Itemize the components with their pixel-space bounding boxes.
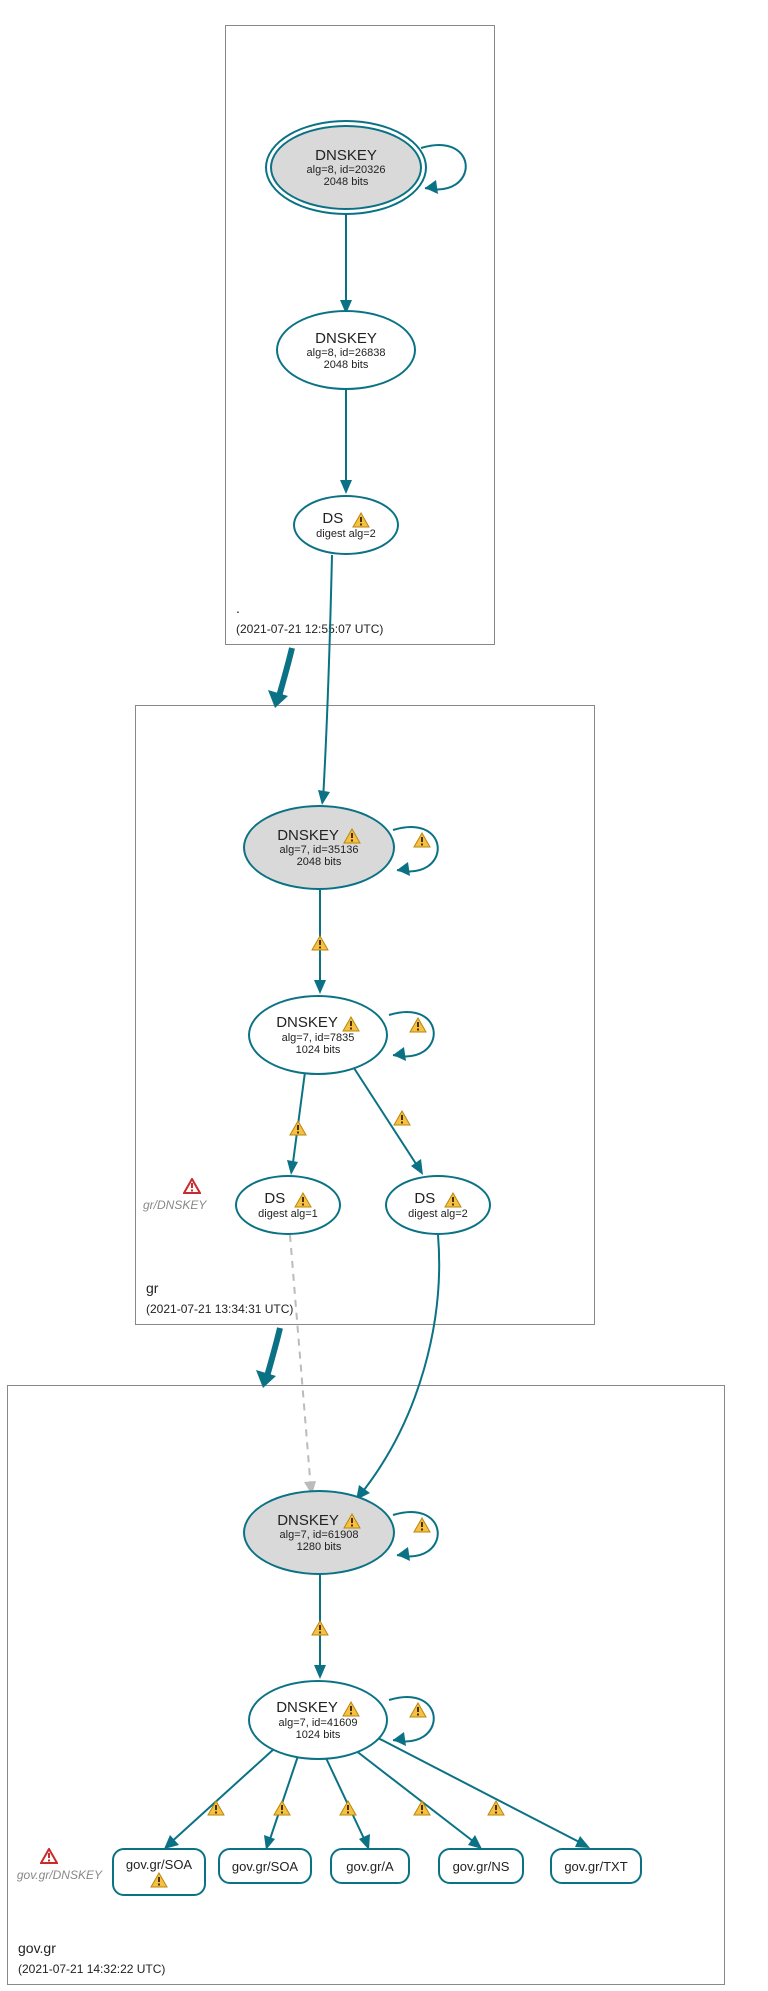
node-root-ksk[interactable]: DNSKEY alg=8, id=20326 2048 bits xyxy=(270,125,422,210)
node-gr-ds2[interactable]: DS digest alg=2 xyxy=(385,1175,491,1235)
zone-root-ts: (2021-07-21 12:55:07 UTC) xyxy=(236,622,383,636)
warning-icon xyxy=(342,1016,360,1032)
node-gr-ksk[interactable]: DNSKEY alg=7, id=35136 2048 bits xyxy=(243,805,395,890)
warning-icon xyxy=(273,1800,291,1816)
warning-icon xyxy=(339,1800,357,1816)
node-rr-soa-2[interactable]: gov.gr/SOA xyxy=(218,1848,312,1884)
node-gov-zsk[interactable]: DNSKEY alg=7, id=41609 1024 bits xyxy=(248,1680,388,1760)
node-sub2: 2048 bits xyxy=(324,359,369,371)
node-title: DNSKEY xyxy=(315,330,377,347)
node-gr-ds1[interactable]: DS digest alg=1 xyxy=(235,1175,341,1235)
zone-root-name: . xyxy=(236,600,240,616)
node-title: gov.gr/TXT xyxy=(564,1859,627,1874)
node-rr-txt[interactable]: gov.gr/TXT xyxy=(550,1848,642,1884)
node-sub2: 1280 bits xyxy=(297,1541,342,1553)
zone-gov-name: gov.gr xyxy=(18,1940,56,1956)
warning-icon xyxy=(289,1120,307,1136)
warning-icon xyxy=(413,1800,431,1816)
node-title: DNSKEY xyxy=(315,147,377,164)
node-sub1: alg=7, id=61908 xyxy=(280,1529,359,1541)
node-title-text: DNSKEY xyxy=(277,1512,338,1529)
node-sub2: 1024 bits xyxy=(296,1729,341,1741)
node-title-text: DNSKEY xyxy=(276,1014,337,1031)
node-title: DS xyxy=(414,1190,461,1207)
node-sub1: digest alg=1 xyxy=(258,1208,318,1220)
node-title: gov.gr/A xyxy=(346,1859,393,1874)
warning-icon xyxy=(207,1800,225,1816)
node-root-zsk[interactable]: DNSKEY alg=8, id=26838 2048 bits xyxy=(276,310,416,390)
warning-icon xyxy=(393,1110,411,1126)
warning-icon xyxy=(413,1517,431,1533)
node-sub1: alg=8, id=26838 xyxy=(307,347,386,359)
node-gov-ksk[interactable]: DNSKEY alg=7, id=61908 1280 bits xyxy=(243,1490,395,1575)
warning-icon xyxy=(311,1620,329,1636)
zone-gov: gov.gr (2021-07-21 14:32:22 UTC) xyxy=(7,1385,725,1985)
zone-gr-ts: (2021-07-21 13:34:31 UTC) xyxy=(146,1302,293,1316)
dnssec-graph: . (2021-07-21 12:55:07 UTC) gr (2021-07-… xyxy=(0,0,768,1991)
node-title: DNSKEY xyxy=(277,1512,361,1529)
node-title: gov.gr/SOA xyxy=(232,1859,298,1874)
error-icon xyxy=(40,1848,58,1864)
node-title: DS xyxy=(264,1190,311,1207)
warning-icon xyxy=(487,1800,505,1816)
node-title-text: DS xyxy=(322,510,343,527)
warning-icon xyxy=(150,1872,168,1888)
warning-icon xyxy=(311,935,329,951)
node-rr-ns[interactable]: gov.gr/NS xyxy=(438,1848,524,1884)
node-title: DS xyxy=(322,510,369,527)
warning-icon xyxy=(342,1701,360,1717)
node-sub2: 2048 bits xyxy=(297,856,342,868)
warning-icon xyxy=(444,1192,462,1208)
node-sub1: alg=7, id=35136 xyxy=(280,844,359,856)
node-title-text: DS xyxy=(414,1190,435,1207)
warning-icon xyxy=(413,832,431,848)
side-label-gr: gr/DNSKEY xyxy=(143,1198,203,1212)
node-sub1: digest alg=2 xyxy=(408,1208,468,1220)
zone-gr-name: gr xyxy=(146,1280,158,1296)
node-title: DNSKEY xyxy=(277,827,361,844)
node-title: DNSKEY xyxy=(276,1699,360,1716)
side-label-gov: gov.gr/DNSKEY xyxy=(12,1868,102,1882)
node-title: gov.gr/NS xyxy=(453,1859,510,1874)
node-sub1: alg=7, id=7835 xyxy=(282,1032,355,1044)
warning-icon xyxy=(343,1513,361,1529)
error-icon xyxy=(183,1178,201,1194)
node-title: gov.gr/SOA xyxy=(126,1857,192,1872)
node-rr-soa-1[interactable]: gov.gr/SOA xyxy=(112,1848,206,1896)
warning-icon xyxy=(352,512,370,528)
zone-gov-ts: (2021-07-21 14:32:22 UTC) xyxy=(18,1962,165,1976)
node-title-text: DNSKEY xyxy=(276,1699,337,1716)
node-rr-a[interactable]: gov.gr/A xyxy=(330,1848,410,1884)
warning-icon xyxy=(409,1017,427,1033)
warning-icon xyxy=(294,1192,312,1208)
warning-icon xyxy=(409,1702,427,1718)
node-title-text: DNSKEY xyxy=(277,827,338,844)
node-title-text: DS xyxy=(264,1190,285,1207)
node-root-ds[interactable]: DS digest alg=2 xyxy=(293,495,399,555)
node-sub1: alg=7, id=41609 xyxy=(279,1717,358,1729)
node-sub1: digest alg=2 xyxy=(316,528,376,540)
node-sub2: 1024 bits xyxy=(296,1044,341,1056)
warning-icon xyxy=(343,828,361,844)
node-title: DNSKEY xyxy=(276,1014,360,1031)
node-sub2: 2048 bits xyxy=(324,176,369,188)
node-gr-zsk[interactable]: DNSKEY alg=7, id=7835 1024 bits xyxy=(248,995,388,1075)
node-sub1: alg=8, id=20326 xyxy=(307,164,386,176)
